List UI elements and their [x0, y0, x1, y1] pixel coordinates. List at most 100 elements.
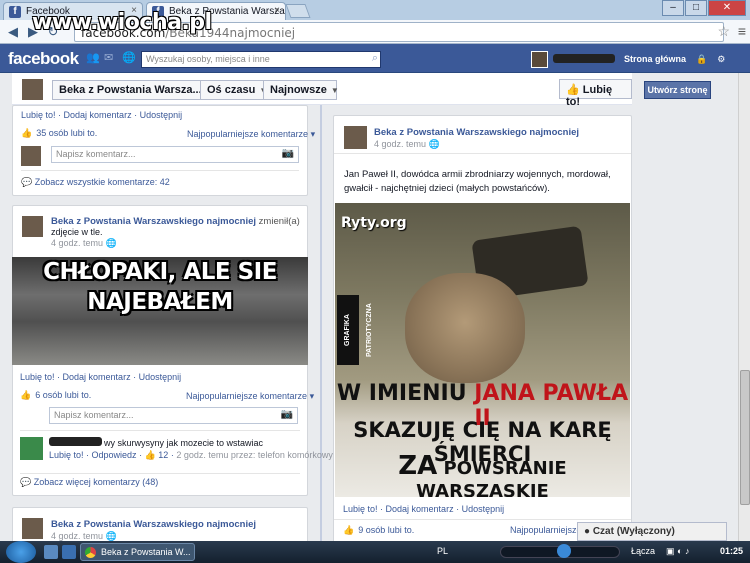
likes-count: 9 osób lubi to.: [358, 525, 415, 535]
tray-icons[interactable]: ▣ ◐ ♪: [666, 546, 689, 557]
post-text: Jan Paweł II, dowódca armii zbrodniarzy …: [344, 169, 611, 194]
avatar[interactable]: [531, 51, 548, 68]
time-label: 4 godz. temu: [51, 531, 104, 541]
comment-link[interactable]: Dodaj komentarz: [64, 110, 132, 120]
search-placeholder: Wyszukaj osoby, miejsca i inne: [146, 54, 270, 64]
likes-summary[interactable]: 👍 6 osób lubi to.: [20, 390, 91, 401]
share-link[interactable]: Udostępnij: [462, 504, 505, 514]
view-all-label: Zobacz wszystkie komentarze: 42: [34, 177, 170, 187]
notifications-icon[interactable]: 🌐: [122, 52, 136, 64]
show-desktop-icon[interactable]: [44, 545, 58, 559]
scrollbar[interactable]: [738, 73, 750, 543]
comment-sort-dropdown[interactable]: Najpopularniejsze komentarze ▾: [187, 129, 315, 140]
sort-label: Najnowsze: [270, 84, 327, 96]
page-thumbnail[interactable]: [22, 79, 43, 100]
image-caption-1: CHŁOPAKI, ALE SIE: [43, 259, 277, 285]
more-comments-link[interactable]: 💬 Zobacz więcej komentarzy (48): [20, 477, 158, 488]
view-all-comments-link[interactable]: 💬 Zobacz wszystkie komentarze: 42: [21, 177, 170, 188]
taskbar-item-label: Beka z Powstania W...: [101, 547, 191, 557]
thumbs-up-icon: 👍: [566, 84, 580, 96]
back-icon[interactable]: ◀: [4, 23, 22, 41]
wrench-icon[interactable]: ≡: [738, 23, 746, 39]
comment-sort-dropdown[interactable]: Najpopularniejsze komentarze ▾: [186, 391, 314, 402]
page-avatar[interactable]: [344, 126, 367, 149]
post-time[interactable]: 4 godz. temu 🌐: [374, 139, 440, 150]
commenter-avatar[interactable]: [20, 437, 43, 460]
camera-icon[interactable]: 📷: [282, 148, 294, 159]
comment-link[interactable]: Dodaj komentarz: [386, 504, 454, 514]
like-link[interactable]: Lubię to!: [20, 372, 55, 382]
tab-close-icon[interactable]: ×: [274, 5, 280, 16]
likes-summary[interactable]: 👍 9 osób lubi to.: [343, 525, 414, 536]
comment-input[interactable]: Napisz komentarz... 📷: [49, 407, 298, 424]
share-link[interactable]: Udostępnij: [139, 372, 182, 382]
comment-input[interactable]: Napisz komentarz... 📷: [51, 146, 299, 163]
comment-like-link[interactable]: Lubię to!: [49, 450, 84, 460]
timeline-filter-label: Oś czasu: [207, 84, 256, 96]
ryty-logo: Ryty.org: [341, 215, 407, 231]
create-page-button[interactable]: Utwórz stronę: [644, 81, 711, 99]
post-image-poster[interactable]: Ryty.org GRAFIKA PATRIOTYCZNA W IMIENIU …: [335, 203, 630, 497]
page-avatar[interactable]: [22, 518, 43, 539]
search-icon[interactable]: ⌕: [372, 52, 378, 65]
cover-photo-image[interactable]: CHŁOPAKI, ALE SIE NAJEBAŁEM: [12, 257, 308, 365]
post-time[interactable]: 4 godz. temu 🌐: [51, 238, 117, 249]
home-link[interactable]: Strona główna: [624, 54, 686, 64]
likes-summary[interactable]: 👍 35 osób lubi to.: [21, 128, 97, 139]
messages-icon[interactable]: ✉: [104, 52, 116, 64]
redacted-commenter-name[interactable]: [49, 437, 102, 446]
image-caption-2: NAJEBAŁEM: [87, 289, 233, 315]
share-link[interactable]: Udostępnij: [140, 110, 183, 120]
page-header: Beka z Powstania Warsza... Oś czasu▼ Naj…: [12, 73, 632, 108]
play-button-icon[interactable]: [557, 544, 571, 558]
chrome-icon: [85, 547, 96, 558]
privacy-icon[interactable]: 🔒: [696, 54, 707, 65]
chevron-down-icon: ▼: [330, 86, 339, 95]
new-tab-button[interactable]: [285, 4, 311, 18]
post-author[interactable]: Beka z Powstania Warszawskiego najmocnie…: [51, 519, 256, 530]
quick-launch-icon[interactable]: [62, 545, 76, 559]
like-link[interactable]: Lubię to!: [343, 504, 378, 514]
search-input[interactable]: Wyszukaj osoby, miejsca i inne ⌕: [141, 51, 381, 68]
window-controls: – □ ✕: [661, 0, 746, 16]
thumbs-up-icon: 👍: [21, 128, 33, 138]
post-card-1: Lubię to! · Dodaj komentarz · Udostępnij…: [12, 105, 315, 196]
more-comments-label: Zobacz więcej komentarzy (48): [33, 477, 159, 487]
like-link[interactable]: Lubię to!: [21, 110, 56, 120]
timeline-filter-dropdown[interactable]: Oś czasu▼: [200, 80, 267, 100]
sort-dropdown[interactable]: Najnowsze ▼: [263, 80, 339, 100]
taskbar-chrome-item[interactable]: Beka z Powstania W...: [80, 543, 195, 561]
chat-bar[interactable]: ● Czat (Wyłączony): [577, 522, 727, 541]
comment-text: wy skurwysyny jak mozecie to wstawiac: [104, 438, 264, 448]
comment-link[interactable]: Dodaj komentarz: [63, 372, 131, 382]
comment-reply-link[interactable]: Odpowiedz: [92, 450, 137, 460]
clock[interactable]: 01:25: [720, 546, 743, 556]
comment-likes-count[interactable]: 12: [158, 450, 168, 460]
facebook-favicon-icon: f: [9, 6, 21, 18]
maximize-button[interactable]: □: [685, 0, 707, 16]
scrollbar-thumb[interactable]: [740, 370, 750, 505]
page-name-button[interactable]: Beka z Powstania Warsza...: [52, 80, 202, 100]
facebook-logo[interactable]: facebook: [8, 49, 79, 69]
bookmark-star-icon[interactable]: ☆: [717, 23, 730, 40]
language-indicator[interactable]: PL: [437, 546, 448, 556]
author-name[interactable]: Beka z Powstania Warszawskiego najmocnie…: [51, 216, 256, 227]
likes-count: 6 osób lubi to.: [35, 390, 92, 400]
minimize-button[interactable]: –: [662, 0, 684, 16]
settings-icon[interactable]: ⚙: [717, 54, 725, 65]
start-button[interactable]: [6, 541, 36, 563]
friend-requests-icon[interactable]: 👥: [86, 52, 100, 64]
poster-line-3b: POWSRANIE WARSZASKIE: [416, 458, 567, 497]
windows-taskbar: Beka z Powstania W... PL Łącza ▣ ◐ ♪ 01:…: [0, 541, 750, 563]
comment-time-label: 2 godz. temu przez: telefon komórkowy: [176, 450, 333, 460]
timeline-spine: [320, 105, 322, 543]
page-like-button[interactable]: 👍 Lubię to!: [559, 79, 632, 108]
post-author[interactable]: Beka z Powstania Warszawskiego najmocnie…: [51, 216, 300, 227]
post-author[interactable]: Beka z Powstania Warszawskiego najmocnie…: [374, 127, 579, 138]
comment-placeholder: Napisz komentarz...: [54, 410, 134, 420]
camera-icon[interactable]: 📷: [281, 409, 293, 420]
comment-likes-icon[interactable]: 👍: [145, 450, 156, 460]
page-avatar[interactable]: [22, 216, 43, 237]
close-window-button[interactable]: ✕: [708, 0, 746, 16]
redacted-user-name[interactable]: [553, 54, 615, 63]
